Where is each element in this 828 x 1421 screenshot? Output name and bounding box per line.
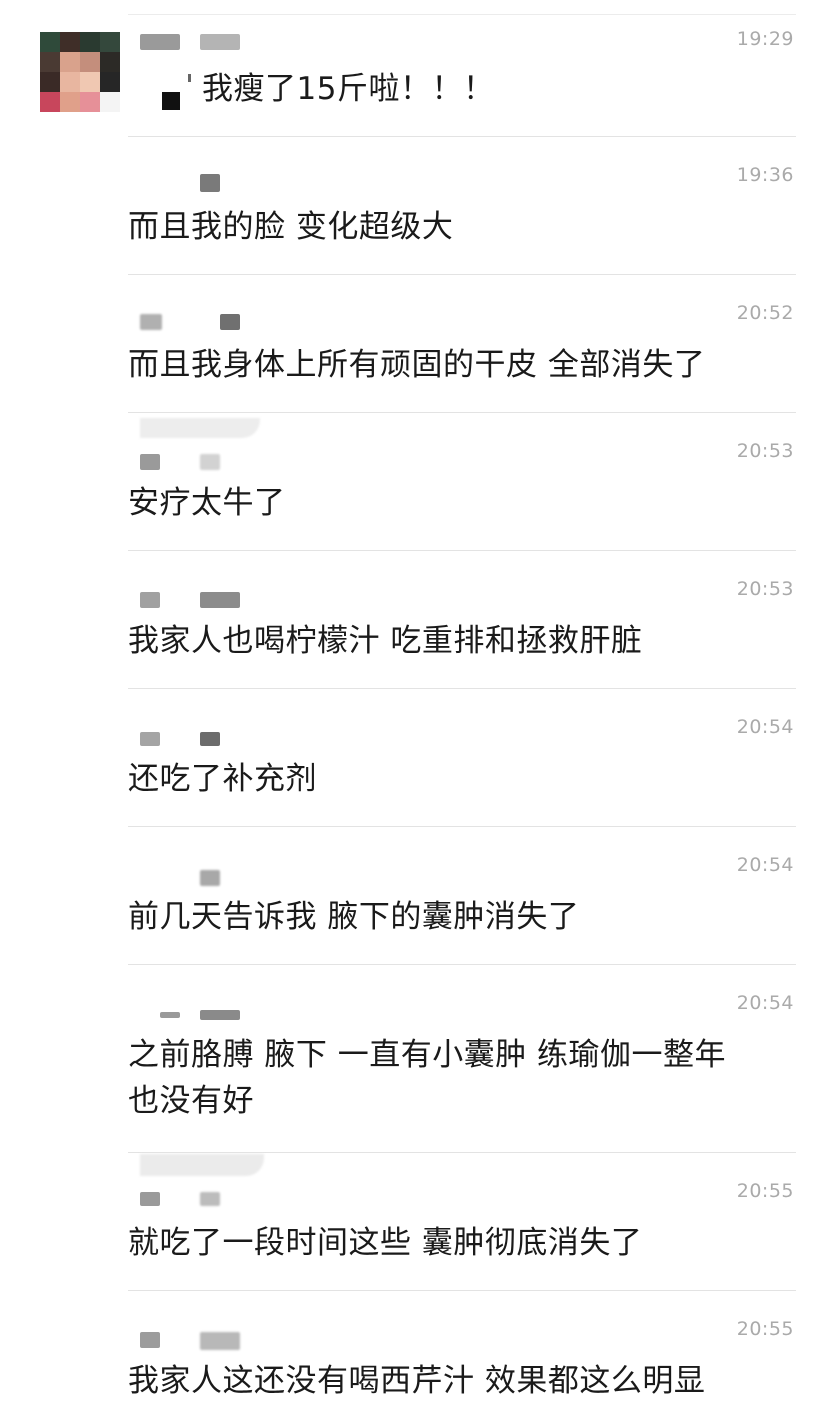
message-text: 我家人这还没有喝西芹汁 效果都这么明显 [128, 1363, 706, 1399]
blurred-sender-name [200, 870, 220, 886]
blurred-sender-name [140, 314, 162, 330]
message-time: 20:53 [736, 440, 794, 462]
message-item: 20:52 而且我身体上所有顽固的干皮 全部消失了 [0, 274, 828, 412]
message-separator [128, 274, 796, 275]
blurred-sender-name [140, 732, 160, 746]
message-separator [128, 412, 796, 413]
blurred-sender-name [200, 174, 220, 192]
blurred-sender-name [200, 1332, 240, 1350]
blurred-quote-bubble [140, 418, 260, 438]
blurred-sender-name [200, 732, 220, 746]
message-text: 就吃了一段时间这些 囊肿彻底消失了 [128, 1225, 643, 1261]
blurred-sender-name [140, 1192, 160, 1206]
message-text: 而且我身体上所有顽固的干皮 全部消失了 [128, 347, 706, 383]
blurred-sender-name [140, 454, 160, 470]
message-separator [128, 964, 796, 965]
blurred-sender-name [200, 1010, 240, 1020]
message-text: 还吃了补充剂 [128, 761, 317, 797]
message-text: 我家人也喝柠檬汁 吃重排和拯救肝脏 [128, 623, 643, 659]
blurred-sender-name [140, 592, 160, 608]
message-time: 20:55 [736, 1318, 794, 1340]
message-text: 之前胳膊 腋下 一直有小囊肿 练瑜伽一整年 也没有好 [128, 1037, 727, 1119]
message-item: 20:53 安疗太牛了 [0, 412, 828, 550]
message-item: 20:55 就吃了一段时间这些 囊肿彻底消失了 [0, 1152, 828, 1290]
message-time: 19:29 [736, 28, 794, 50]
message-separator [128, 826, 796, 827]
blurred-sender-name [220, 314, 240, 330]
blurred-sender-name [200, 1192, 220, 1206]
message-separator [128, 1290, 796, 1291]
message-text: 而且我的脸 变化超级大 [128, 209, 454, 245]
blurred-sender-name [140, 1332, 160, 1348]
message-item: 19:29 我瘦了15斤啦！！！ [0, 0, 828, 136]
message-separator [128, 136, 796, 137]
message-item: 20:54 前几天告诉我 腋下的囊肿消失了 [0, 826, 828, 964]
message-item: 20:54 之前胳膊 腋下 一直有小囊肿 练瑜伽一整年 也没有好 [0, 964, 828, 1152]
message-text: 安疗太牛了 [128, 485, 286, 521]
message-item: 20:53 我家人也喝柠檬汁 吃重排和拯救肝脏 [0, 550, 828, 688]
message-time: 20:55 [736, 1180, 794, 1202]
blurred-quote-bubble [140, 1154, 264, 1176]
message-time: 19:36 [736, 164, 794, 186]
censor-mark [188, 74, 191, 82]
message-item: 20:54 还吃了补充剂 [0, 688, 828, 826]
message-separator [128, 688, 796, 689]
message-item: 19:36 而且我的脸 变化超级大 [0, 136, 828, 274]
message-time: 20:52 [736, 302, 794, 324]
message-text: 我瘦了15斤啦！！！ [202, 71, 495, 107]
blurred-sender-name [200, 34, 240, 50]
blurred-sender-name [140, 34, 180, 50]
blurred-sender-name [200, 454, 220, 470]
message-time: 20:53 [736, 578, 794, 600]
message-time: 20:54 [736, 992, 794, 1014]
message-time: 20:54 [736, 854, 794, 876]
censor-block [162, 92, 180, 110]
message-separator [128, 550, 796, 551]
message-item: 20:55 我家人这还没有喝西芹汁 效果都这么明显 [0, 1290, 828, 1421]
blurred-sender-name [200, 592, 240, 608]
message-time: 20:54 [736, 716, 794, 738]
blurred-sender-name [160, 1012, 180, 1018]
message-separator [128, 1152, 796, 1153]
message-text: 前几天告诉我 腋下的囊肿消失了 [128, 899, 580, 935]
